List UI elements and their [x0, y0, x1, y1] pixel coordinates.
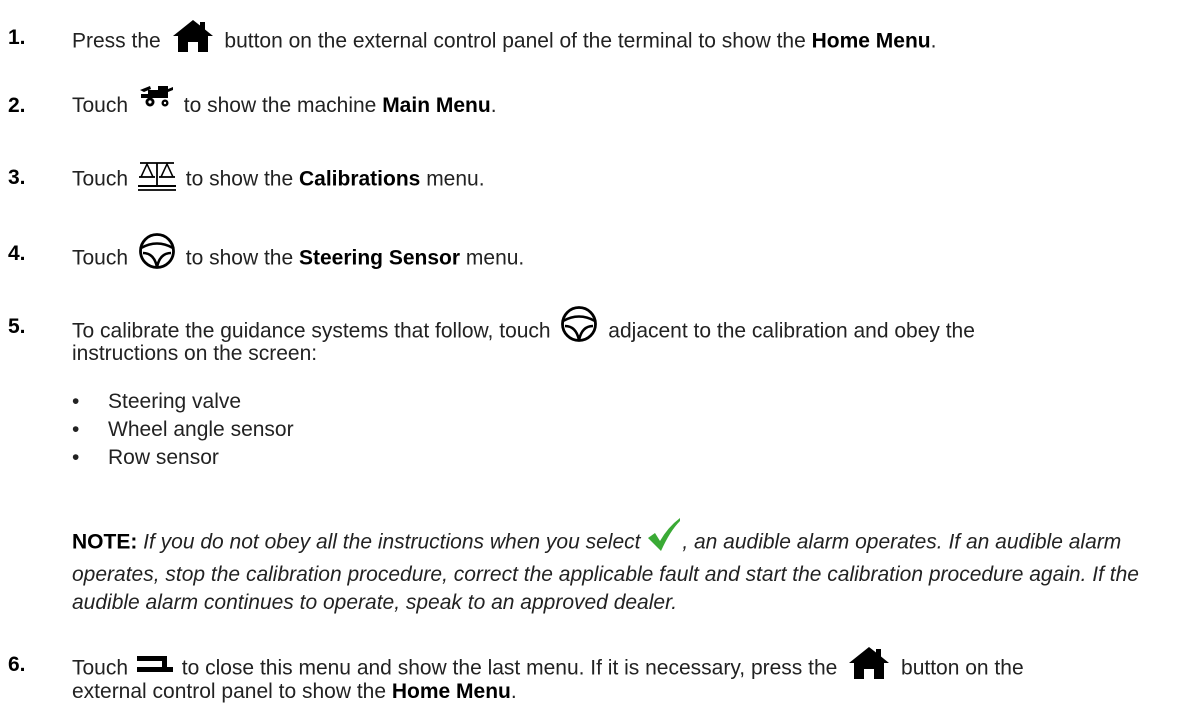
step-text: menu.	[426, 167, 485, 191]
step-number: 5.	[8, 315, 26, 338]
step-number: 1.	[8, 26, 26, 49]
punctuation: .	[510, 680, 517, 703]
combine-harvester-icon	[138, 84, 174, 108]
list-item: • Row sensor	[72, 446, 219, 469]
step-text: button on the	[901, 656, 1024, 680]
note-label: NOTE:	[72, 530, 138, 554]
step-text: to show the machine	[183, 94, 377, 117]
step-text: to show the	[185, 246, 294, 270]
step-number: 3.	[8, 166, 26, 189]
step-text: external control panel to show the	[72, 680, 387, 703]
steering-wheel-icon	[138, 232, 176, 270]
note-text: If you do not obey all the instructions …	[143, 530, 641, 554]
balance-scale-icon	[136, 160, 178, 192]
steering-wheel-icon	[560, 305, 598, 343]
home-icon	[171, 18, 215, 54]
step-text: to show the	[185, 167, 294, 191]
punctuation: .	[490, 94, 497, 117]
list-item: • Steering valve	[72, 390, 242, 413]
bullet-text: Row sensor	[108, 446, 219, 469]
back-arrow-icon	[136, 654, 173, 676]
step-text: Touch	[72, 94, 129, 117]
menu-name: Main Menu	[382, 94, 491, 117]
step-text: button on the external control panel of …	[224, 29, 806, 53]
menu-name: Home Menu	[811, 29, 931, 53]
menu-name: Calibrations	[298, 167, 421, 191]
step-number: 4.	[8, 242, 26, 265]
note: NOTE: If you do not obey all the instruc…	[72, 518, 1192, 617]
step-text: Touch	[72, 246, 129, 270]
menu-name: Steering Sensor	[298, 246, 461, 270]
list-item: • Wheel angle sensor	[72, 418, 294, 441]
punctuation: .	[930, 29, 937, 53]
step-text: Press the	[72, 29, 161, 53]
step-text: instructions on the screen:	[72, 342, 318, 365]
menu-name: Home Menu	[391, 680, 511, 703]
step-number: 2.	[8, 94, 26, 117]
bullet-text: Steering valve	[108, 390, 242, 413]
home-icon	[847, 645, 891, 681]
checkmark-icon	[646, 517, 682, 553]
bullet-list: • Steering valve • Wheel angle sensor • Row…	[72, 388, 294, 472]
step-text: Touch	[72, 167, 129, 191]
step-number: 6.	[8, 653, 26, 676]
step-text: menu.	[465, 246, 525, 270]
step-text: Touch	[72, 656, 129, 680]
step-text: to close this menu and show the last men…	[181, 656, 838, 680]
bullet-text: Wheel angle sensor	[108, 418, 294, 441]
